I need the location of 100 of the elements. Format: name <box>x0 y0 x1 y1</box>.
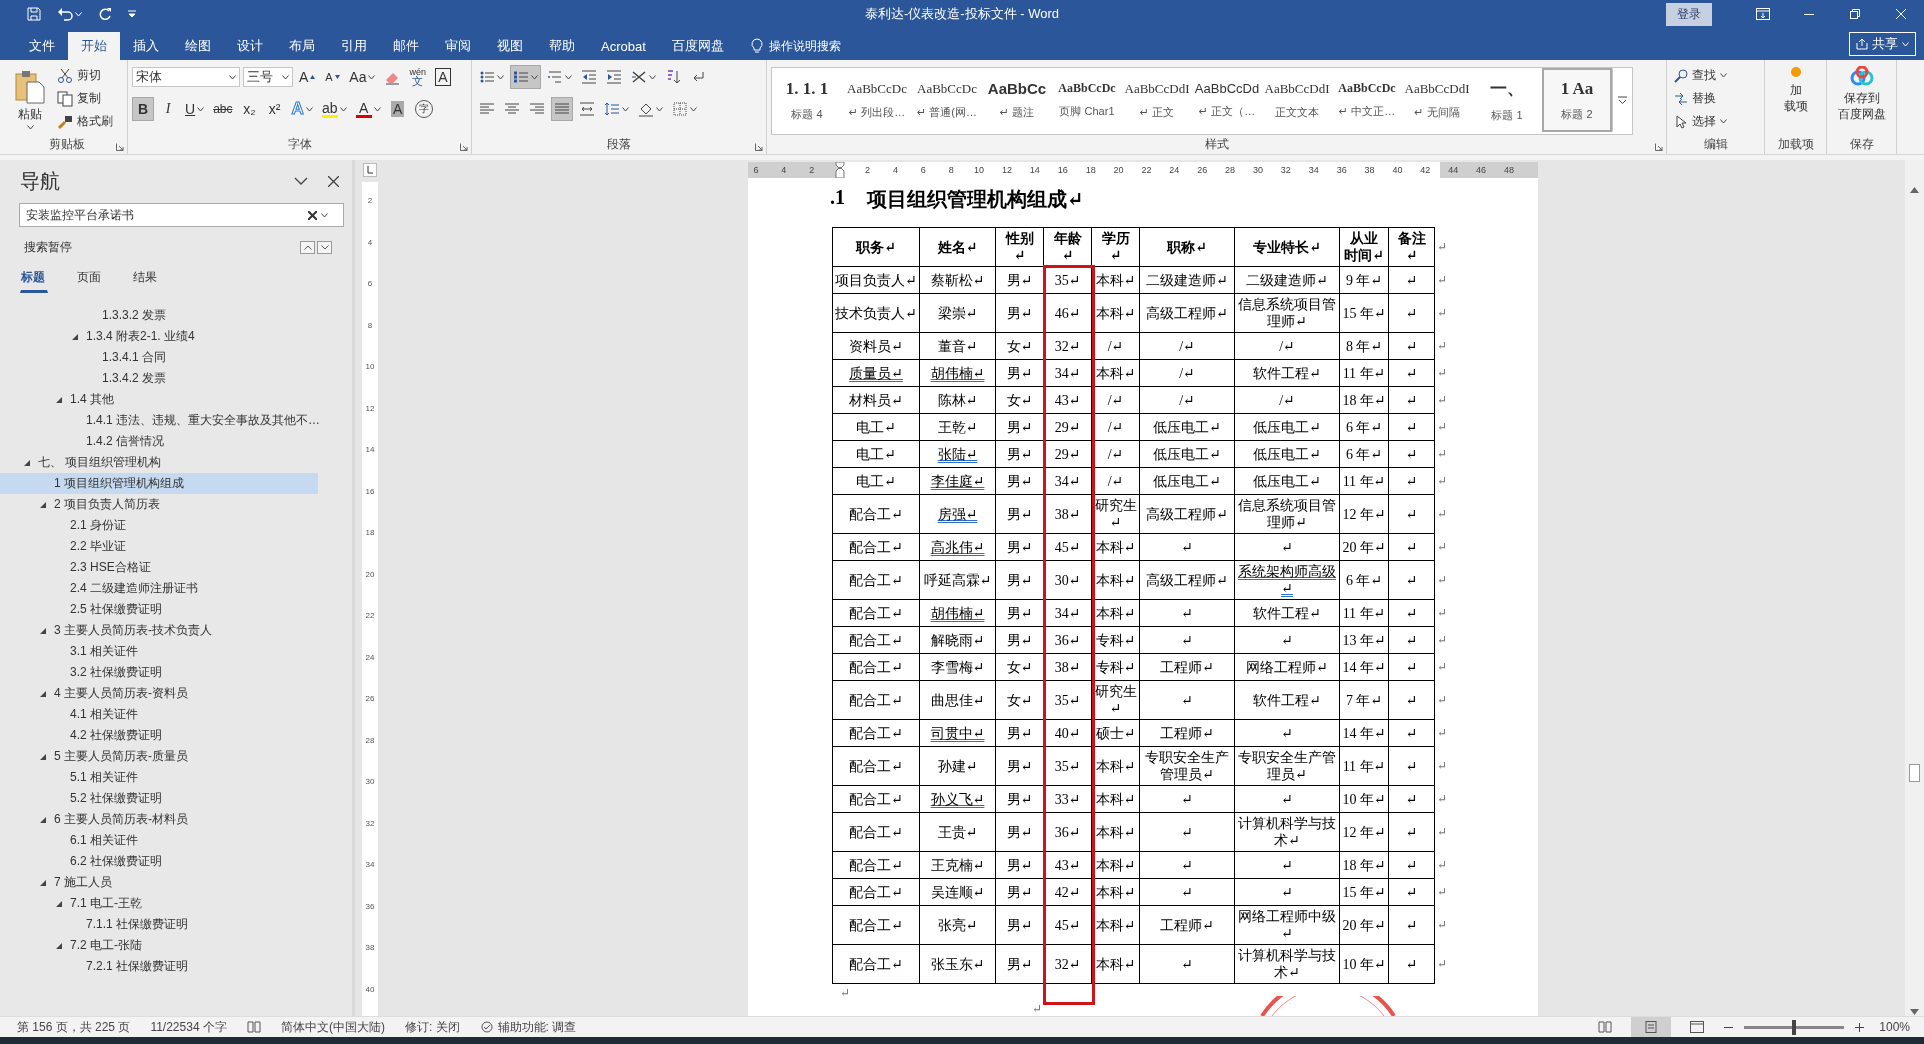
style-gallery-item[interactable]: AaBbCcDc ↵ 普通(网… <box>912 68 982 132</box>
outline-item[interactable]: 1.4 其他 <box>0 389 318 410</box>
grow-button[interactable]: A <box>296 65 319 89</box>
pane-options-button[interactable] <box>293 176 309 186</box>
font-name-field[interactable]: 宋体 <box>132 67 240 87</box>
style-gallery-item[interactable]: AaBbCcDc 页脚 Char1 <box>1052 68 1122 132</box>
previous-result-button[interactable] <box>300 241 315 254</box>
add-ins-button[interactable]: 加 载项 <box>1769 65 1822 115</box>
cut-button[interactable]: 剪切 <box>54 65 116 86</box>
numbering-button[interactable] <box>510 65 541 89</box>
close-pane-button[interactable] <box>327 174 340 188</box>
ribbon-tab[interactable]: 绘图 <box>172 32 224 60</box>
outline-item[interactable]: 七、 项目组织管理机构 <box>0 452 318 473</box>
style-gallery-item[interactable]: 一、 标题 1 <box>1472 68 1542 132</box>
ribbon-tab[interactable]: 开始 <box>68 32 120 60</box>
select-button[interactable]: 选择 <box>1671 111 1730 132</box>
style-gallery-item[interactable]: 1 Aa 标题 2 <box>1542 68 1612 132</box>
find-button[interactable]: 查找 <box>1671 65 1730 86</box>
next-result-button[interactable] <box>317 241 332 254</box>
scroll-thumb[interactable] <box>1909 764 1920 782</box>
style-gallery-item[interactable]: AaBbCcDc ↵ 列出段… <box>842 68 912 132</box>
style-gallery-item[interactable]: AaBbCcDdI ↵ 无间隔 <box>1402 68 1472 132</box>
zoom-slider-thumb[interactable] <box>1792 1019 1797 1035</box>
outline-item[interactable]: 4 主要人员简历表-资料员 <box>0 683 318 704</box>
ribbon-tab[interactable]: 百度网盘 <box>658 32 737 60</box>
paste-button[interactable]: 粘贴 <box>10 65 50 135</box>
ribbon-tab[interactable]: 布局 <box>276 32 328 60</box>
outline-item[interactable]: 2.2 毕业证 <box>0 536 318 557</box>
accessibility-status[interactable]: 辅助功能: 调查 <box>497 1018 577 1036</box>
outline-item[interactable]: 3.1 相关证件 <box>0 641 318 662</box>
italic-button[interactable]: I <box>157 97 179 121</box>
outline-item[interactable]: 1.3.3.2 发票 <box>0 305 318 326</box>
outline-item[interactable]: 5.1 相关证件 <box>0 767 318 788</box>
shrink-button[interactable]: A <box>321 65 344 89</box>
outline-item[interactable]: 7 施工人员 <box>0 872 318 893</box>
outline-item[interactable]: 4.2 社保缴费证明 <box>0 725 318 746</box>
subscript-button[interactable]: x₂ <box>238 97 261 121</box>
zoom-level[interactable]: 100% <box>1879 1020 1910 1034</box>
sign-in-button[interactable]: 登录 <box>1666 2 1712 26</box>
ribbon-tab[interactable]: 引用 <box>328 32 380 60</box>
page-count[interactable]: 第 156 页，共 225 页 <box>17 1018 131 1036</box>
style-gallery-item[interactable]: AaBbCcDdI 正文文本 <box>1262 68 1332 132</box>
outline-item[interactable]: 3.2 社保缴费证明 <box>0 662 318 683</box>
ribbon-tab[interactable]: 文件 <box>16 32 68 60</box>
pane-tab[interactable]: 页面 <box>76 264 104 293</box>
indent-marker-icon[interactable] <box>834 162 845 178</box>
outline-item[interactable]: 2.4 二级建造师注册证书 <box>0 578 318 599</box>
ribbon-tab[interactable]: Acrobat <box>588 32 659 60</box>
outline-item[interactable]: 7.1 电工-王乾 <box>0 893 318 914</box>
outline-item[interactable]: 1.3.4 附表2-1. 业绩4 <box>0 326 318 347</box>
dialog-launcher-icon[interactable] <box>460 143 468 151</box>
outline-item[interactable]: 1.4.1 违法、违规、重大安全事故及其他不… <box>0 410 318 431</box>
outline-item[interactable]: 5.2 社保缴费证明 <box>0 788 318 809</box>
ribbon-tab[interactable]: 设计 <box>224 32 276 60</box>
outline-item[interactable]: 3 主要人员简历表-技术负责人 <box>0 620 318 641</box>
ribbon-tab[interactable]: 插入 <box>120 32 172 60</box>
underline-button[interactable]: U <box>182 97 208 121</box>
painter-button[interactable]: 格式刷 <box>54 111 116 132</box>
outline-item[interactable]: 5 主要人员简历表-质量员 <box>0 746 318 767</box>
bold-button[interactable]: B <box>132 97 154 121</box>
outline-item[interactable]: 7.2 电工-张陆 <box>0 935 318 956</box>
save-to-cloud-button[interactable]: 保存到 百度网盘 <box>1831 65 1892 123</box>
tab-selector-button[interactable] <box>362 162 378 178</box>
scroll-up-button[interactable] <box>1909 186 1920 194</box>
language[interactable]: 简体中文(中国大陆) <box>280 1018 385 1036</box>
scroll-down-button[interactable] <box>1909 1008 1920 1016</box>
outline-item[interactable]: 6.1 相关证件 <box>0 830 318 851</box>
style-gallery-item[interactable]: AaBbCc ↵ 题注 <box>982 68 1052 132</box>
outline-item[interactable]: 1.3.4.1 合同 <box>0 347 318 368</box>
undo-button[interactable] <box>56 6 83 22</box>
outline-item[interactable]: 2 项目负责人简历表 <box>0 494 318 515</box>
outline-item[interactable]: 1 项目组织管理机构组成 <box>0 473 318 494</box>
phonetic-button[interactable]: wén 文 <box>406 65 429 89</box>
track-changes-status[interactable]: 修订: 关闭 <box>404 1018 460 1036</box>
share-button[interactable]: 共享 <box>1849 32 1916 56</box>
customize-toolbar-button[interactable] <box>127 9 137 19</box>
outline-item[interactable]: 2.3 HSE合格证 <box>0 557 318 578</box>
zoom-out-button[interactable] <box>1723 1025 1735 1029</box>
ribbon-tab[interactable]: 帮助 <box>536 32 588 60</box>
style-gallery-item[interactable]: AaBbCcDd ↵ 正文（… <box>1192 68 1262 132</box>
pane-tab[interactable]: 标题 <box>20 264 48 293</box>
outline-item[interactable]: 2.5 社保缴费证明 <box>0 599 318 620</box>
strike-button[interactable]: abc <box>210 97 236 121</box>
color-button[interactable]: A <box>352 97 384 121</box>
replace-button[interactable]: 替换 <box>1671 88 1730 109</box>
style-gallery-item[interactable]: AaBbCcDdI ↵ 正文 <box>1122 68 1192 132</box>
outline-item[interactable]: 4.1 相关证件 <box>0 704 318 725</box>
superscript-button[interactable]: x² <box>263 97 286 121</box>
outline-item[interactable]: 7.2.1 社保缴费证明 <box>0 956 318 977</box>
tell-me-search[interactable]: 操作说明搜索 <box>768 37 841 55</box>
accessibility-icon[interactable] <box>479 1021 494 1033</box>
outline-item[interactable]: 6 主要人员简历表-材料员 <box>0 809 318 830</box>
ribbon-tab[interactable]: 视图 <box>484 32 536 60</box>
outline-item[interactable]: 6.2 社保缴费证明 <box>0 851 318 872</box>
pane-tab[interactable]: 结果 <box>132 264 160 293</box>
dialog-launcher-icon[interactable] <box>1655 143 1663 151</box>
proofing-icon[interactable] <box>246 1021 261 1033</box>
case-button[interactable]: Aa <box>346 65 379 89</box>
style-gallery-item[interactable]: 1. 1. 1 标题 4 <box>772 68 842 132</box>
dialog-launcher-icon[interactable] <box>116 143 124 151</box>
